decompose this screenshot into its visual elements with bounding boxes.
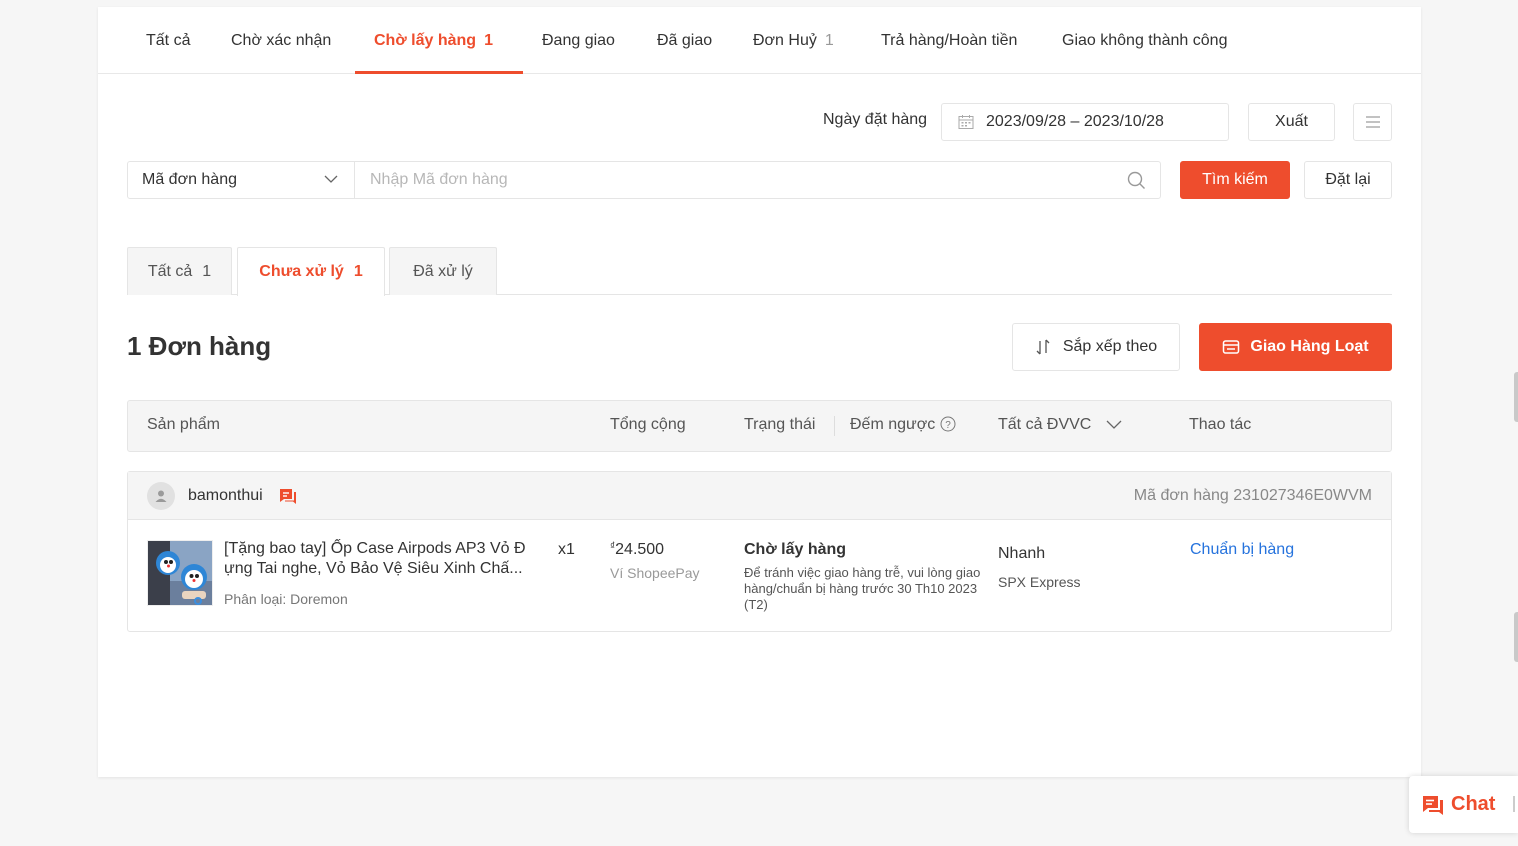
order-id: Mã đơn hàng 231027346E0WVM (1133, 487, 1372, 504)
chat-button[interactable]: Chat (1409, 776, 1518, 833)
tab-label: Tất cả (146, 32, 191, 49)
countdown-label: Đếm ngược (850, 416, 936, 433)
sort-button[interactable]: Sắp xếp theo (1012, 323, 1180, 371)
tab-delivered[interactable]: Đã giao (657, 7, 712, 74)
help-icon[interactable]: ? (940, 416, 956, 432)
chat-icon[interactable] (278, 486, 298, 506)
col-product: Sản phẩm (147, 416, 220, 433)
svg-text:?: ? (945, 420, 951, 431)
reset-button-label: Đặt lại (1325, 171, 1371, 188)
order-count-heading: 1 Đơn hàng (127, 331, 272, 361)
tab-to-pickup[interactable]: Chờ lấy hàng 1 (374, 7, 493, 74)
price-value: 24.500 (615, 541, 665, 558)
export-button[interactable]: Xuất (1248, 103, 1335, 141)
tab-label: Chờ lấy hàng (374, 32, 477, 49)
col-actions: Thao tác (1189, 416, 1252, 433)
order-card-header: bamonthui Mã đơn hàng 231027346E0WVM (128, 472, 1391, 520)
search-field-select[interactable]: Mã đơn hàng (127, 161, 355, 199)
chevron-down-icon (1106, 420, 1122, 429)
search-button-label: Tìm kiếm (1202, 171, 1268, 188)
product-thumbnail[interactable] (147, 540, 213, 606)
subtab-label: Chưa xử lý (259, 263, 344, 280)
shipping-carrier: Nhanh (998, 545, 1046, 562)
bulk-ship-label: Giao Hàng Loạt (1250, 338, 1369, 355)
order-date-label: Ngày đặt hàng (823, 111, 928, 128)
tab-label: Giao không thành công (1062, 32, 1228, 49)
tab-count: 1 (824, 32, 834, 49)
chat-icon (1423, 795, 1443, 815)
sort-label: Sắp xếp theo (1062, 338, 1158, 355)
chevron-down-icon (324, 175, 338, 183)
product-variation: Phân loại: Doremon (224, 591, 348, 607)
tab-label: Chờ xác nhận (231, 32, 332, 49)
header-divider (834, 416, 835, 436)
tab-label: Trả hàng/Hoàn tiền (881, 32, 1018, 49)
order-card: bamonthui Mã đơn hàng 231027346E0WVM [Tặ… (127, 471, 1392, 632)
shipping-carrier-name: SPX Express (998, 574, 1081, 590)
subtab-processed[interactable]: Đã xử lý (389, 247, 497, 295)
status-tab-bar: Tất cả Chờ xác nhận Chờ lấy hàng 1 Đang g… (98, 7, 1421, 74)
tab-label: Đang giao (542, 32, 615, 49)
bulk-ship-button[interactable]: Giao Hàng Loạt (1199, 323, 1392, 371)
tab-returns[interactable]: Trả hàng/Hoàn tiền (881, 7, 1017, 74)
buyer-name[interactable]: bamonthui (188, 487, 263, 505)
col-countdown: Đếm ngược ? (850, 416, 956, 434)
calendar-icon (958, 115, 974, 129)
tab-label: Đơn Huỷ (753, 32, 817, 49)
tab-count: 1 (484, 32, 493, 49)
menu-button[interactable] (1353, 103, 1392, 141)
subtab-label: Đã xử lý (413, 262, 473, 280)
status-note: Để tránh việc giao hàng trễ, vui lòng gi… (744, 565, 981, 612)
subtab-all[interactable]: Tất cả 1 (127, 247, 232, 295)
subtab-label: Tất cả (147, 262, 193, 280)
prepare-goods-link[interactable]: Chuẩn bị hàng (1190, 541, 1294, 559)
chat-label: Chat (1451, 793, 1496, 815)
product-quantity: x1 (558, 541, 575, 558)
product-name-line: ựng Tai nghe, Vỏ Bảo Vệ Siêu Xinh Chấ... (224, 560, 523, 577)
tab-label: Đã giao (657, 32, 713, 49)
carrier-filter-label: Tất cả ĐVVC (998, 416, 1092, 433)
tab-cancelled[interactable]: Đơn Huỷ 1 (753, 7, 834, 74)
side-drawer-handle[interactable] (1514, 372, 1518, 422)
date-range-picker[interactable]: 2023/09/28 – 2023/10/28 (941, 103, 1229, 141)
subtab-unprocessed[interactable]: Chưa xử lý 1 (237, 247, 385, 296)
subtab-count: 1 (353, 263, 363, 280)
product-image (148, 541, 212, 605)
list-menu-icon (1365, 116, 1380, 128)
export-label: Xuất (1275, 113, 1308, 130)
product-name-line: [Tặng bao tay] Ốp Case Airpods AP3 Vỏ Đ (224, 540, 526, 557)
user-icon (155, 490, 167, 502)
product-name[interactable]: [Tặng bao tay] Ốp Case Airpods AP3 Vỏ Đ … (224, 539, 546, 579)
col-status: Trạng thái (744, 416, 816, 433)
tab-all[interactable]: Tất cả (146, 7, 190, 74)
chat-divider (1513, 796, 1515, 812)
orders-panel: Tất cả Chờ xác nhận Chờ lấy hàng 1 Đang g… (98, 7, 1421, 777)
active-tab-indicator (355, 71, 523, 74)
sort-icon (1036, 339, 1050, 355)
payment-method: Ví ShopeePay (610, 565, 700, 581)
carrier-filter-dropdown[interactable]: Tất cả ĐVVC (998, 416, 1122, 434)
order-status: Chờ lấy hàng (744, 541, 847, 558)
search-button[interactable]: Tìm kiếm (1180, 161, 1290, 199)
search-icon[interactable] (1127, 171, 1146, 190)
date-range-value: 2023/09/28 – 2023/10/28 (986, 113, 1164, 130)
orders-table-header: Sản phẩm Tổng cộng Trạng thái Đếm ngược … (127, 400, 1392, 452)
search-field-value: Mã đơn hàng (142, 171, 237, 188)
reset-button[interactable]: Đặt lại (1304, 161, 1392, 199)
tab-failed-delivery[interactable]: Giao không thành công (1062, 7, 1227, 74)
side-drawer-handle[interactable] (1514, 612, 1518, 662)
subtab-count: 1 (202, 262, 212, 280)
ship-box-icon (1223, 340, 1240, 354)
tab-shipping[interactable]: Đang giao (542, 7, 615, 74)
order-total: ₫24.500 (610, 541, 664, 559)
search-input[interactable] (354, 161, 1161, 199)
tab-to-confirm[interactable]: Chờ xác nhận (231, 7, 331, 74)
col-total: Tổng cộng (610, 416, 686, 433)
avatar[interactable] (147, 482, 175, 510)
